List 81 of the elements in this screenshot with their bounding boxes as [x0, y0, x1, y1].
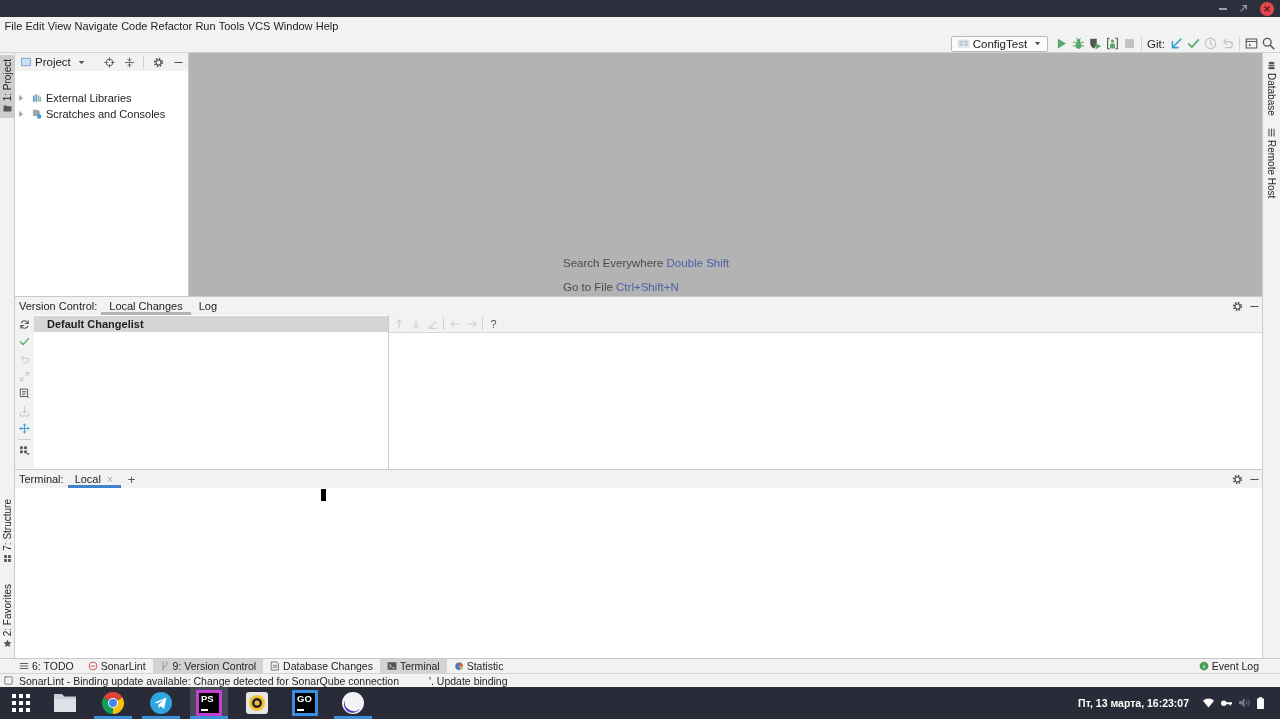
taskbar-app-button[interactable]: PS — [190, 687, 228, 719]
editor-hint: Go to File Ctrl+Shift+N — [563, 280, 679, 295]
tricolor-circle-icon — [101, 691, 125, 715]
info-circle-icon — [1198, 661, 1209, 671]
menu-item[interactable]: Tools — [217, 18, 247, 34]
editor-hint: Search Everywhere Double Shift — [563, 256, 730, 271]
menu-item[interactable]: Navigate — [72, 18, 120, 34]
menu-item[interactable]: VCS — [246, 18, 272, 34]
taskbar-app-button[interactable]: GO — [286, 687, 324, 719]
database-icon — [1267, 61, 1276, 70]
wifi-icon[interactable] — [1203, 698, 1214, 708]
tab-label[interactable]: Local — [74, 473, 101, 485]
pie-chart-icon — [453, 661, 464, 671]
crosshair-icon[interactable] — [104, 56, 115, 68]
tree-item[interactable]: Scratches and Consoles — [46, 108, 166, 120]
speaker-icon[interactable] — [1239, 698, 1250, 708]
paper-plane-icon — [149, 691, 173, 715]
settings-icon[interactable] — [1232, 300, 1243, 312]
changelist-row[interactable]: Default Changelist — [34, 316, 388, 332]
panel-title: Version Control: — [19, 300, 98, 312]
terminal-icon — [386, 661, 397, 671]
panel-tab[interactable]: Log — [190, 297, 225, 315]
side-tab[interactable]: 1: Project — [0, 55, 14, 119]
tool-window-button[interactable]: Statistic — [446, 659, 511, 673]
side-tab[interactable]: 7: Structure — [0, 495, 14, 568]
app-logo: PS — [196, 690, 222, 716]
menu-item[interactable]: Code — [119, 18, 149, 34]
grid-tile-icon — [956, 37, 970, 50]
key-icon[interactable] — [1221, 699, 1232, 707]
text-cursor — [321, 489, 326, 501]
settings-icon[interactable] — [153, 56, 164, 68]
menu-item[interactable]: View — [46, 18, 73, 34]
status-message: '. Update binding — [429, 674, 508, 687]
list-icon — [19, 661, 29, 671]
tool-window-button[interactable]: 9: Version Control — [152, 659, 264, 673]
settings-icon[interactable] — [1232, 473, 1243, 485]
side-tab[interactable]: Remote Host — [1263, 125, 1280, 201]
new-tab-button[interactable]: + — [127, 471, 136, 487]
menu-item[interactable]: Edit — [23, 18, 47, 34]
folder-icon — [53, 691, 77, 715]
tree-item[interactable]: External Libraries — [46, 92, 132, 104]
tool-window-button[interactable]: Event Log — [1191, 659, 1266, 673]
vertical-bars-icon — [1267, 127, 1276, 137]
branch-icon — [159, 661, 170, 671]
panel-tab[interactable]: Local Changes — [101, 297, 191, 315]
app-logo: GO — [292, 690, 318, 716]
app-grid-icon[interactable] — [12, 694, 30, 712]
books-icon — [32, 93, 42, 103]
collapse-icon[interactable] — [124, 56, 135, 68]
side-tab[interactable]: 2: Favorites — [0, 579, 14, 653]
square-icon[interactable] — [4, 676, 13, 685]
minimize-icon[interactable] — [1219, 7, 1227, 10]
battery-icon[interactable] — [1257, 697, 1264, 709]
star-icon — [2, 639, 12, 648]
panel-title: Terminal: — [19, 473, 64, 485]
menu-item[interactable]: File — [3, 18, 24, 34]
minus-circle-icon — [87, 661, 98, 671]
squares-grid-icon — [2, 553, 12, 563]
menu-item[interactable]: Window — [271, 18, 315, 34]
menu-item[interactable]: Run — [193, 18, 218, 34]
crescent-circle-icon — [341, 691, 365, 715]
run-configuration-dropdown[interactable]: ConfigTest — [950, 35, 1049, 52]
vcs-label: Git: — [1147, 37, 1165, 50]
menu-item[interactable]: Help — [314, 18, 340, 34]
window-icon — [21, 57, 31, 67]
menu-item[interactable]: Refactor — [149, 18, 194, 34]
terminal-tab[interactable]: Local × — [67, 470, 121, 488]
document-icon — [270, 661, 281, 671]
tool-window-button[interactable]: 6: TODO — [12, 659, 81, 673]
tool-window-button[interactable]: SonarLint — [80, 659, 153, 673]
folder-icon — [2, 104, 12, 114]
status-message: SonarLint - Binding update available: Change detected for SonarQube connection — [19, 674, 399, 687]
clock[interactable]: Пт, 13 марта, 16:23:07 — [1078, 697, 1189, 709]
panel-title[interactable]: Project — [35, 56, 71, 68]
close-icon[interactable] — [1260, 1, 1274, 16]
caret-icon — [1033, 39, 1043, 48]
help-button[interactable]: ? — [485, 315, 502, 332]
tool-window-button[interactable]: Database Changes — [263, 659, 380, 673]
side-tab[interactable]: Database — [1263, 59, 1280, 118]
maximize-icon[interactable] — [1240, 5, 1247, 12]
tool-window-button[interactable]: Terminal — [379, 659, 447, 673]
